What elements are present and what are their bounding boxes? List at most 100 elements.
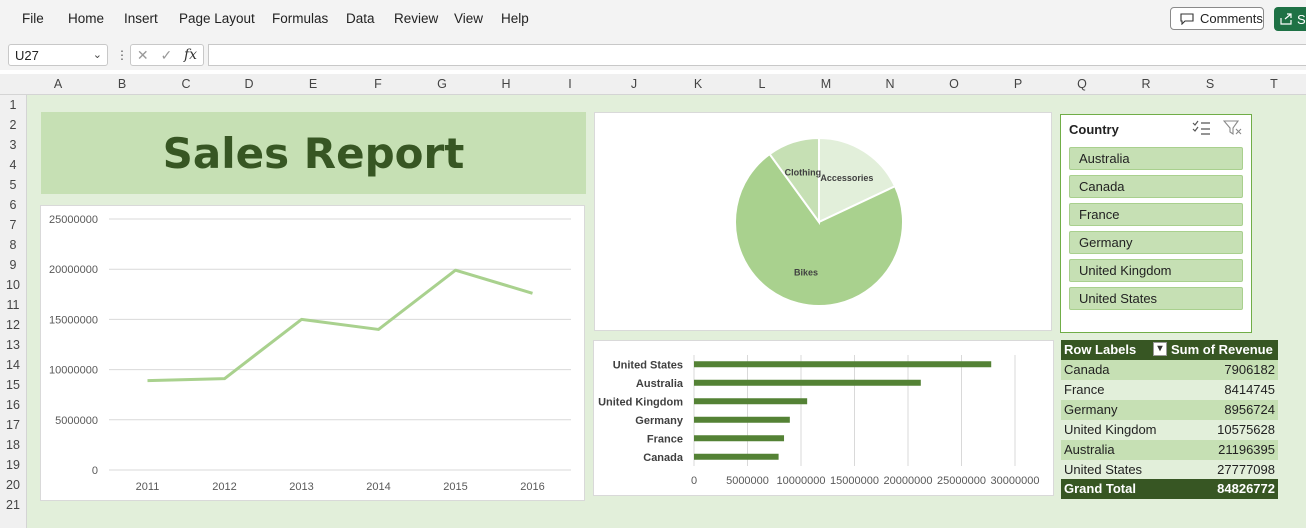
menu-home[interactable]: Home [68, 11, 104, 26]
pivot-total-value: 84826772 [1217, 481, 1275, 496]
menu-view[interactable]: View [454, 11, 483, 26]
row-header[interactable]: 5 [0, 178, 26, 192]
pivot-row[interactable]: Germany 8956724 [1061, 400, 1278, 420]
row-header[interactable]: 12 [0, 318, 26, 332]
row-header[interactable]: 14 [0, 358, 26, 372]
menu-data[interactable]: Data [346, 11, 375, 26]
x-tick-label: 15000000 [830, 475, 879, 487]
column-header[interactable]: C [176, 77, 196, 91]
slicer-item-canada[interactable]: Canada [1069, 175, 1243, 198]
row-header[interactable]: 16 [0, 398, 26, 412]
column-header[interactable]: S [1200, 77, 1220, 91]
menu-file[interactable]: File [22, 11, 44, 26]
column-header[interactable]: E [303, 77, 323, 91]
comments-label: Comments [1200, 11, 1263, 26]
multi-select-icon[interactable] [1192, 120, 1212, 140]
cancel-icon[interactable]: ✕ [137, 47, 149, 64]
bar-chart-plot: 0 5000000 10000000 15000000 20000000 25000000… [598, 355, 1039, 487]
category-label: Australia [636, 378, 684, 390]
y-tick-label: 5000000 [55, 415, 98, 427]
menu-help[interactable]: Help [501, 11, 529, 26]
slicer-item-france[interactable]: France [1069, 203, 1243, 226]
menu-insert[interactable]: Insert [124, 11, 158, 26]
x-tick-label: 5000000 [726, 475, 769, 487]
x-tick-label: 2014 [366, 481, 390, 493]
name-box[interactable]: U27 ⌄ [8, 44, 108, 66]
check-icon[interactable]: ✓ [160, 47, 172, 64]
chevron-down-icon[interactable]: ⌄ [93, 48, 102, 61]
row-header[interactable]: 19 [0, 458, 26, 472]
pivot-total-row[interactable]: Grand Total 84826772 [1061, 479, 1278, 499]
share-button[interactable]: S [1274, 7, 1306, 31]
row-header[interactable]: 4 [0, 158, 26, 172]
column-header[interactable]: R [1136, 77, 1156, 91]
row-header[interactable]: 17 [0, 418, 26, 432]
formula-actions: ✕ ✓ fx [130, 44, 204, 66]
row-header[interactable]: 13 [0, 338, 26, 352]
function-icon[interactable]: fx [184, 47, 197, 63]
row-header[interactable]: 20 [0, 478, 26, 492]
formula-input[interactable] [208, 44, 1306, 66]
column-header[interactable]: O [944, 77, 964, 91]
pivot-header-row-labels[interactable]: Row Labels [1064, 342, 1136, 357]
row-header[interactable]: 11 [0, 298, 26, 312]
title-banner[interactable]: Sales Report [41, 112, 586, 194]
row-header[interactable]: 1 [0, 98, 26, 112]
y-tick-label: 15000000 [49, 314, 98, 326]
x-tick-label: 2011 [136, 481, 160, 493]
category-label: Canada [643, 452, 684, 464]
row-header[interactable]: 21 [0, 498, 26, 512]
column-header[interactable]: Q [1072, 77, 1092, 91]
row-header[interactable]: 2 [0, 118, 26, 132]
column-header[interactable]: M [816, 77, 836, 91]
line-chart[interactable]: 0 5000000 10000000 15000000 20000000 25000000… [40, 205, 585, 501]
filter-dropdown-icon[interactable]: ▾ [1153, 342, 1167, 356]
column-header[interactable]: N [880, 77, 900, 91]
row-header[interactable]: 15 [0, 378, 26, 392]
menu-bar: File Home Insert Page Layout Formulas Da… [0, 0, 1306, 40]
row-header[interactable]: 6 [0, 198, 26, 212]
column-header[interactable]: J [624, 77, 644, 91]
bar [694, 435, 785, 442]
line-chart-plot: 0 5000000 10000000 15000000 20000000 25000000… [49, 214, 571, 493]
column-header[interactable]: B [112, 77, 132, 91]
pivot-row[interactable]: United Kingdom 10575628 [1061, 420, 1278, 440]
column-header[interactable]: T [1264, 77, 1284, 91]
bar [694, 398, 808, 405]
pie-chart[interactable]: Accessories Bikes Clothing [594, 112, 1052, 331]
slicer-item-united-states[interactable]: United States [1069, 287, 1243, 310]
comments-button[interactable]: Comments [1170, 7, 1264, 30]
row-headers: 1 2 3 4 5 6 7 8 9 10 11 12 13 14 15 16 1… [0, 95, 27, 528]
column-header[interactable]: G [432, 77, 452, 91]
column-header[interactable]: K [688, 77, 708, 91]
pivot-row[interactable]: Australia 21196395 [1061, 440, 1278, 460]
country-slicer[interactable]: Country Australia Canada France Germany … [1060, 114, 1252, 333]
pivot-header-sum[interactable]: Sum of Revenue [1171, 342, 1273, 357]
row-header[interactable]: 10 [0, 278, 26, 292]
row-header[interactable]: 18 [0, 438, 26, 452]
row-header[interactable]: 7 [0, 218, 26, 232]
column-header[interactable]: F [368, 77, 388, 91]
bar-chart[interactable]: 0 5000000 10000000 15000000 20000000 25000000… [593, 340, 1054, 496]
row-header[interactable]: 9 [0, 258, 26, 272]
menu-review[interactable]: Review [394, 11, 438, 26]
more-options-icon[interactable]: ⋮ [116, 48, 128, 62]
slicer-item-united-kingdom[interactable]: United Kingdom [1069, 259, 1243, 282]
pivot-row[interactable]: Canada 7906182 [1061, 360, 1278, 380]
slicer-item-germany[interactable]: Germany [1069, 231, 1243, 254]
row-header[interactable]: 3 [0, 138, 26, 152]
column-header[interactable]: L [752, 77, 772, 91]
menu-page-layout[interactable]: Page Layout [179, 11, 255, 26]
column-header[interactable]: I [560, 77, 580, 91]
column-header[interactable]: A [48, 77, 68, 91]
row-header[interactable]: 8 [0, 238, 26, 252]
column-header[interactable]: H [496, 77, 516, 91]
column-header[interactable]: D [239, 77, 259, 91]
pivot-row-value: 21196395 [1218, 442, 1275, 457]
pivot-row[interactable]: France 8414745 [1061, 380, 1278, 400]
menu-formulas[interactable]: Formulas [272, 11, 328, 26]
column-header[interactable]: P [1008, 77, 1028, 91]
clear-filter-icon[interactable] [1222, 120, 1243, 140]
slicer-item-australia[interactable]: Australia [1069, 147, 1243, 170]
pivot-row[interactable]: United States 27777098 [1061, 460, 1278, 480]
